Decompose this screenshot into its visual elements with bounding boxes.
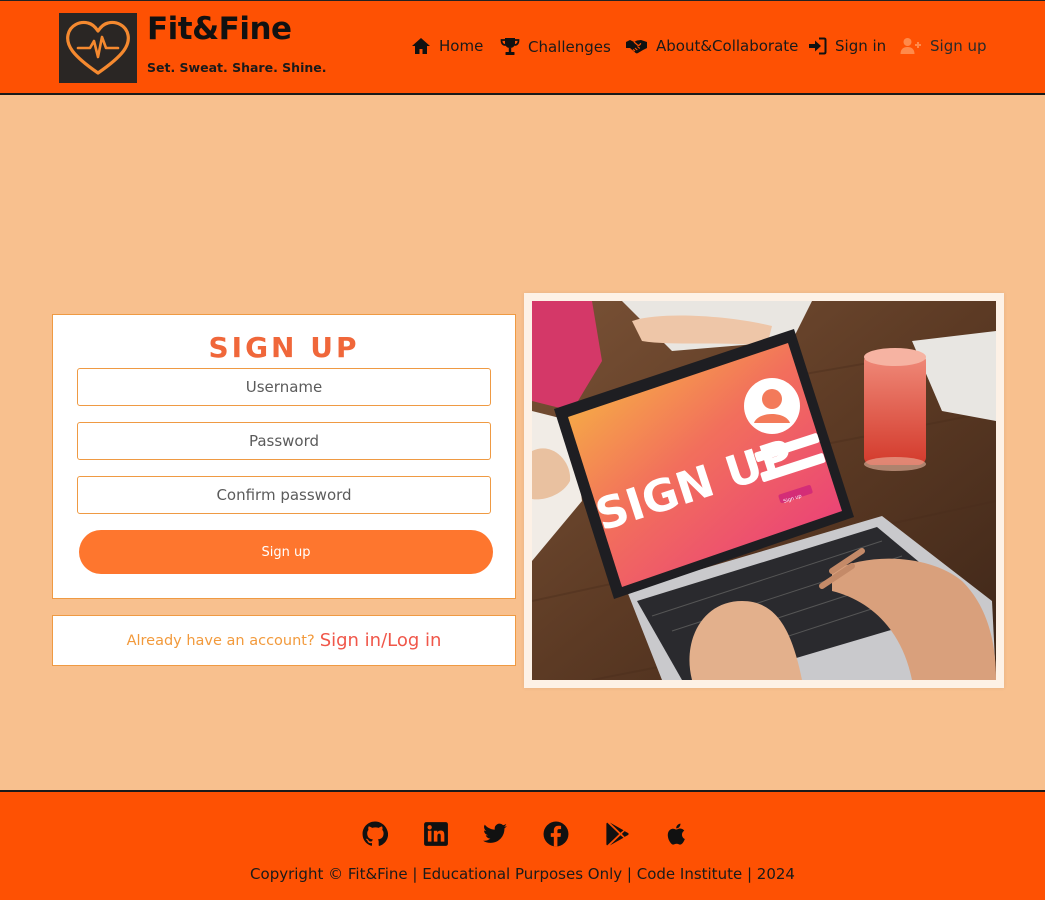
handshake-icon [626, 40, 647, 54]
confirm-password-field[interactable] [77, 476, 491, 514]
sign-up-button[interactable]: Sign up [79, 530, 493, 574]
brand-name[interactable]: Fit&Fine [147, 11, 292, 47]
nav-label-home: Home [439, 37, 484, 55]
logo[interactable] [59, 13, 137, 83]
login-question: Already have an account? [126, 632, 315, 649]
apple-icon[interactable] [664, 821, 690, 847]
signup-title: SIGN UP [208, 331, 360, 364]
nav-label-challenges: Challenges [528, 37, 611, 56]
twitter-icon[interactable] [482, 821, 508, 847]
facebook-icon[interactable] [543, 821, 569, 847]
password-field[interactable] [77, 422, 491, 460]
google-play-icon[interactable] [604, 821, 630, 847]
laptop-signup-photo: SIGN UP Sign up [532, 301, 996, 680]
heart-pulse-icon [66, 20, 130, 75]
trophy-icon [500, 38, 520, 55]
nav-home[interactable]: Home [411, 37, 483, 55]
brand-tagline: Set. Sweat. Share. Shine. [147, 60, 327, 75]
nav-challenges[interactable]: Challenges [500, 37, 611, 56]
nav-about-collaborate[interactable]: About&Collaborate [625, 37, 798, 55]
linkedin-icon[interactable] [423, 821, 449, 847]
copyright-text: Copyright © Fit&Fine | Educational Purpo… [250, 865, 795, 883]
sign-in-link[interactable]: Sign in/Log in [320, 630, 442, 651]
sign-in-icon [809, 37, 827, 55]
site-header: Fit&Fine Set. Sweat. Share. Shine. Home … [0, 0, 1045, 95]
username-field[interactable] [77, 368, 491, 406]
nav-sign-in[interactable]: Sign in [808, 37, 886, 55]
nav-label-sign-up: Sign up [930, 37, 987, 55]
home-icon [412, 38, 430, 54]
github-icon[interactable] [362, 821, 388, 847]
nav-label-sign-in: Sign in [835, 37, 887, 55]
site-footer: Copyright © Fit&Fine | Educational Purpo… [0, 790, 1045, 900]
user-plus-icon [900, 38, 921, 54]
signup-card: SIGN UP Sign up [52, 314, 516, 599]
nav-sign-up[interactable]: Sign up [900, 37, 987, 55]
login-prompt: Already have an account? Sign in/Log in [52, 615, 516, 666]
nav-label-about: About&Collaborate [656, 37, 799, 55]
signup-photo-frame: SIGN UP Sign up [524, 293, 1004, 688]
